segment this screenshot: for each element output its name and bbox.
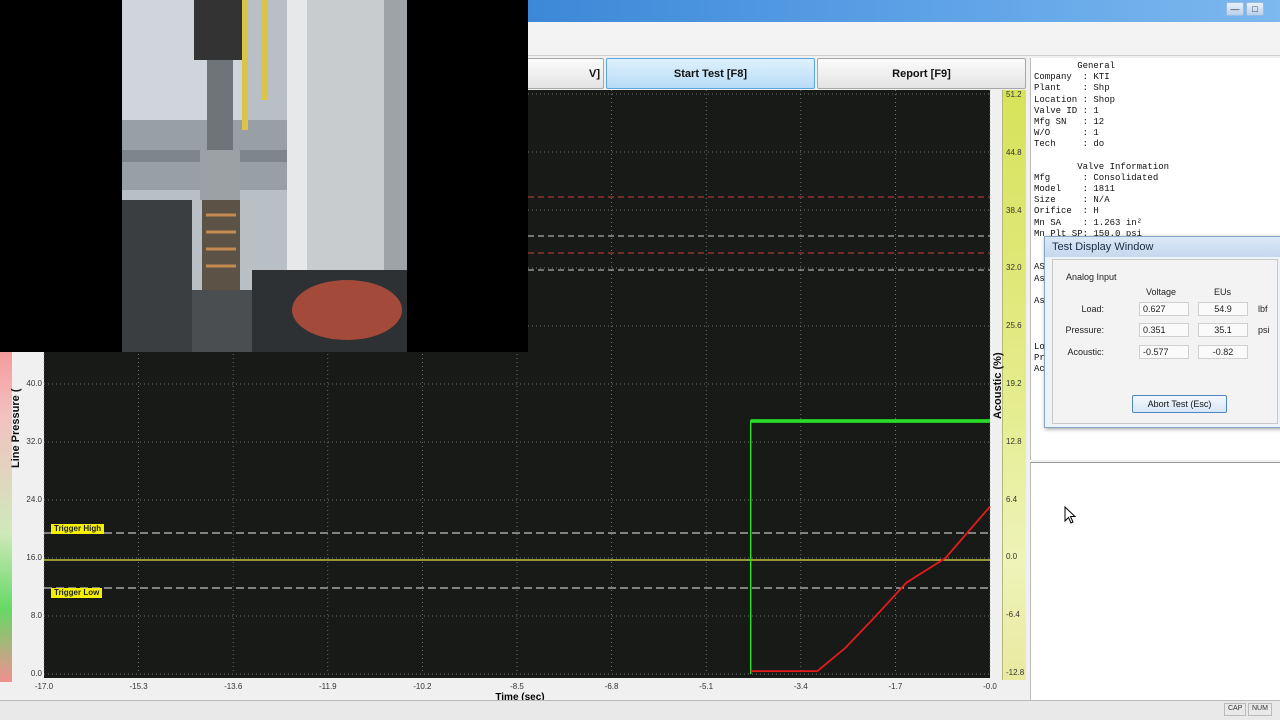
- load-eu-field: 54.9: [1198, 302, 1248, 316]
- x-tick-label: -6.8: [604, 682, 619, 691]
- mouse-cursor-icon: [1064, 506, 1077, 524]
- info-line: [1034, 151, 1169, 162]
- y2-tick-label: 51.2: [1006, 90, 1022, 99]
- y-axis-label: Line Pressure (: [10, 388, 22, 468]
- x-tick-label: -1.7: [888, 682, 903, 691]
- y2-tick-label: 38.4: [1006, 205, 1022, 215]
- y-tick-label: 8.0: [30, 611, 42, 620]
- x-tick-label: -8.5: [510, 682, 524, 691]
- y2-tick-label: 32.0: [1006, 263, 1022, 273]
- y2-axis-label: Acoustic (%): [992, 352, 1004, 419]
- x-tick-label: -15.3: [129, 682, 148, 691]
- y-tick-label: 16.0: [26, 553, 42, 562]
- load-label: Load:: [1081, 304, 1104, 314]
- load-unit: lbf: [1258, 304, 1268, 314]
- info-line: Tech : do: [1034, 139, 1105, 150]
- start-test-button[interactable]: Start Test [F8]: [606, 58, 815, 89]
- info-line: Size : N/A: [1034, 195, 1110, 206]
- abort-test-button[interactable]: Abort Test (Esc): [1132, 395, 1227, 413]
- info-lower-panel: [1030, 462, 1280, 700]
- x-tick-label: -10.2: [413, 682, 432, 691]
- eus-column-header: EUs: [1214, 287, 1232, 297]
- x-tick-label: -13.6: [224, 682, 243, 691]
- status-bar: [0, 700, 1280, 720]
- pressure-voltage-field: 0.351: [1139, 323, 1189, 337]
- y2-tick-label: 12.8: [1006, 436, 1022, 446]
- info-line: Orifice : H: [1034, 206, 1099, 217]
- pressure-eu-field: 35.1: [1198, 323, 1248, 337]
- y2-tick-label: 19.2: [1006, 379, 1022, 388]
- y-tick-label: 32.0: [26, 437, 42, 446]
- info-line: Valve Information: [1034, 161, 1170, 172]
- voltage-column-header: Voltage: [1146, 287, 1177, 297]
- info-line: Model : 1811: [1034, 184, 1116, 195]
- info-line: Valve ID : 1: [1034, 105, 1099, 116]
- valve-photo: [122, 0, 407, 352]
- y2-tick-label: 0.0: [1006, 552, 1018, 562]
- maximize-button[interactable]: □: [1246, 2, 1264, 16]
- dialog-title[interactable]: Test Display Window: [1045, 237, 1280, 257]
- y2-tick-label: 44.8: [1006, 147, 1022, 157]
- x-tick-label: -5.1: [699, 682, 714, 691]
- acoustic-label: Acoustic:: [1067, 347, 1104, 357]
- test-display-window[interactable]: Test Display Window Analog Input Voltage…: [1044, 236, 1280, 428]
- app-window: — □ V] Start Test [F8] Report [F9] Trigg…: [0, 0, 1280, 720]
- analog-input-group-label: Analog Input: [1066, 272, 1117, 282]
- num-lock-indicator: NUM: [1248, 703, 1272, 716]
- info-line: Mfg SN : 12: [1034, 116, 1105, 127]
- x-tick-label: -17.0: [34, 682, 54, 691]
- valve-camera-feed: [122, 0, 407, 352]
- info-line: Plant : Shp: [1034, 83, 1110, 94]
- trigger-low-label: Trigger Low: [51, 588, 103, 598]
- video-overlay[interactable]: [0, 0, 528, 352]
- info-line: Mn SA : 1.263 in²: [1034, 217, 1143, 228]
- y-tick-label: 0.0: [30, 669, 42, 678]
- pressure-label: Pressure:: [1065, 325, 1104, 335]
- acoustic-voltage-field: -0.577: [1139, 345, 1189, 359]
- load-voltage-field: 0.627: [1139, 302, 1189, 316]
- info-line: Company : KTI: [1034, 72, 1110, 83]
- x-tick-label: -0.0: [983, 682, 997, 691]
- caps-lock-indicator: CAP: [1224, 703, 1247, 716]
- info-line: Mfg : Consolidated: [1034, 172, 1159, 183]
- y2-tick-label: -6.4: [1006, 610, 1020, 620]
- info-line: Location : Shop: [1034, 94, 1116, 105]
- y2-tick-label: 6.4: [1006, 494, 1018, 504]
- minimize-button[interactable]: —: [1226, 2, 1244, 16]
- x-tick-label: -3.4: [793, 682, 808, 691]
- y2-tick-label: 25.6: [1006, 321, 1022, 331]
- y-tick-label: 24.0: [26, 495, 42, 504]
- report-button[interactable]: Report [F9]: [817, 58, 1026, 89]
- x-tick-label: -11.9: [318, 682, 337, 691]
- info-line: W/O : 1: [1034, 128, 1099, 139]
- pressure-unit: psi: [1258, 325, 1270, 335]
- acoustic-eu-field: -0.82: [1198, 345, 1248, 359]
- test-info-text: General Company : KTI Plant : Shp Location …: [1034, 61, 1169, 240]
- info-line: General: [1034, 61, 1116, 71]
- trigger-high-label: Trigger High: [51, 524, 105, 534]
- y-tick-label: 40.0: [26, 379, 42, 388]
- y2-tick-label: -12.8: [1006, 668, 1025, 677]
